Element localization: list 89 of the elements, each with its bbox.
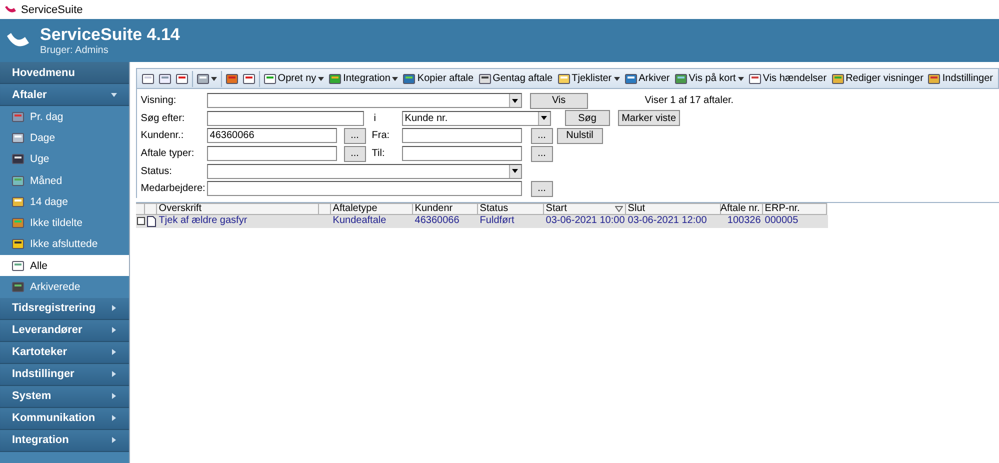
caret-icon (110, 92, 117, 98)
sidebar-item[interactable]: Måned (0, 170, 129, 192)
sidebar-item[interactable]: Alle (0, 255, 129, 276)
sort-icon (614, 206, 623, 212)
menu-section[interactable]: Indstillinger (0, 364, 129, 386)
row-checkbox[interactable] (136, 217, 145, 226)
column-header[interactable]: ERP-nr. (762, 202, 827, 216)
arrow-icon (110, 305, 117, 312)
arrow-icon (110, 437, 117, 444)
menu-section[interactable]: Aftaler (0, 84, 129, 106)
to-field[interactable] (402, 146, 522, 162)
user-label: Bruger: Admins (40, 45, 110, 56)
reset-button[interactable]: Nulstil (556, 128, 603, 144)
sidebar-item[interactable]: Uge (0, 148, 129, 170)
arrow-icon (110, 349, 117, 356)
customer-field[interactable]: 46360066 (206, 128, 337, 144)
employees-field[interactable] (206, 181, 522, 196)
browse-button[interactable]: ... (530, 146, 553, 162)
browse-button[interactable]: ... (530, 180, 553, 197)
column-header[interactable]: Kundenr (412, 202, 478, 216)
table-cell-text: 46360066 (414, 215, 460, 228)
menu-section[interactable]: Tidsregistrering (0, 298, 129, 320)
arrow-icon (110, 327, 117, 334)
column-header[interactable]: Slut (626, 202, 721, 216)
toolbar-button[interactable]: Vis på kort (674, 70, 745, 88)
column-header[interactable]: Overskrift (156, 202, 319, 216)
toolbar-button[interactable]: Vis hændelser (748, 70, 828, 88)
app-title: ServiceSuite 4.14 (40, 25, 180, 45)
sidebar-item[interactable]: Pr. dag (0, 106, 129, 128)
field-label: Medarbejdere: (140, 183, 206, 194)
field-label: i (372, 112, 378, 124)
table-cell-text: 100326 (726, 215, 762, 228)
show-button[interactable]: Vis (530, 92, 588, 109)
menu-section[interactable]: System (0, 386, 129, 408)
window-title: ServiceSuite (21, 4, 83, 16)
status-select[interactable] (206, 164, 522, 179)
main-menu-header[interactable]: Hovedmenu (0, 62, 129, 84)
browse-button[interactable]: ... (344, 146, 366, 162)
table-cell-text: 03-06-2021 10:00 (544, 215, 626, 228)
column-header[interactable]: Start (544, 202, 626, 216)
toolbar-button[interactable]: Tjeklister (556, 70, 621, 88)
field-label: Visning: (140, 95, 178, 106)
browse-button[interactable]: ... (530, 128, 553, 144)
sidebar-item[interactable]: Dage (0, 127, 129, 149)
from-field[interactable] (402, 128, 522, 144)
search-button[interactable]: Søg (564, 110, 610, 126)
toolbar-button[interactable]: Indstillinger (927, 70, 994, 88)
arrow-icon (110, 415, 117, 422)
table-row[interactable]: Tjek af ældre gasfyr Kundeaftale 46360066 Fuldført 03-06-2021 10:00 03-06-2021 12:00 100326 000005 (136, 215, 828, 228)
toolbar-button[interactable]: Integration (328, 70, 400, 88)
table-cell-text: 000005 (764, 215, 800, 228)
view-select[interactable] (206, 93, 522, 108)
mark-button[interactable]: Marker viste (618, 110, 680, 126)
caret-icon (512, 168, 518, 174)
arrow-icon (110, 371, 117, 378)
search-field[interactable] (206, 110, 364, 126)
field-label: Til: (372, 148, 386, 160)
column-header[interactable]: Aftaletype (330, 202, 413, 216)
table-cell-text: Tjek af ældre gasfyr (158, 215, 248, 228)
result-count: Viser 1 af 17 aftaler. (644, 95, 735, 106)
field-label: Søg efter: (140, 112, 186, 124)
sidebar-item[interactable]: Ikke afsluttede (0, 234, 129, 256)
sidebar-item[interactable]: Arkiverede (0, 276, 129, 298)
types-field[interactable] (206, 146, 337, 162)
toolbar-button[interactable]: Kopier aftale (402, 70, 475, 88)
browse-button[interactable]: ... (344, 128, 366, 144)
field-label: Aftale typer: (140, 148, 196, 160)
menu-section[interactable]: Kartoteker (0, 342, 129, 364)
table-cell-text: Fuldført (478, 215, 516, 228)
field-label: Kundenr.: (140, 130, 185, 142)
toolbar-button[interactable]: Opret ny (262, 70, 326, 88)
logo-icon (4, 4, 17, 14)
menu-section[interactable]: Kommunikation (0, 408, 129, 430)
toolbar-button[interactable]: Arkiver (624, 70, 671, 88)
caret-icon (512, 98, 518, 104)
field-label: Status: (140, 166, 173, 177)
sidebar-item[interactable]: Ikke tildelte (0, 212, 129, 234)
search-in-select[interactable]: Kunde nr. (402, 110, 551, 126)
arrow-icon (110, 393, 117, 400)
toolbar-button[interactable]: Gentag aftale (478, 70, 554, 88)
toolbar-button[interactable]: Rediger visninger (830, 70, 924, 88)
field-label: Fra: (372, 130, 391, 142)
column-header[interactable]: Status (478, 202, 544, 216)
menu-section[interactable]: Integration (0, 430, 129, 452)
caret-icon (541, 115, 548, 122)
menu-section[interactable]: Leverandører (0, 320, 129, 342)
table-cell-text: Kundeaftale (332, 215, 388, 228)
sidebar-item[interactable]: 14 dage (0, 191, 129, 212)
table-cell-text: 03-06-2021 12:00 (626, 215, 708, 228)
